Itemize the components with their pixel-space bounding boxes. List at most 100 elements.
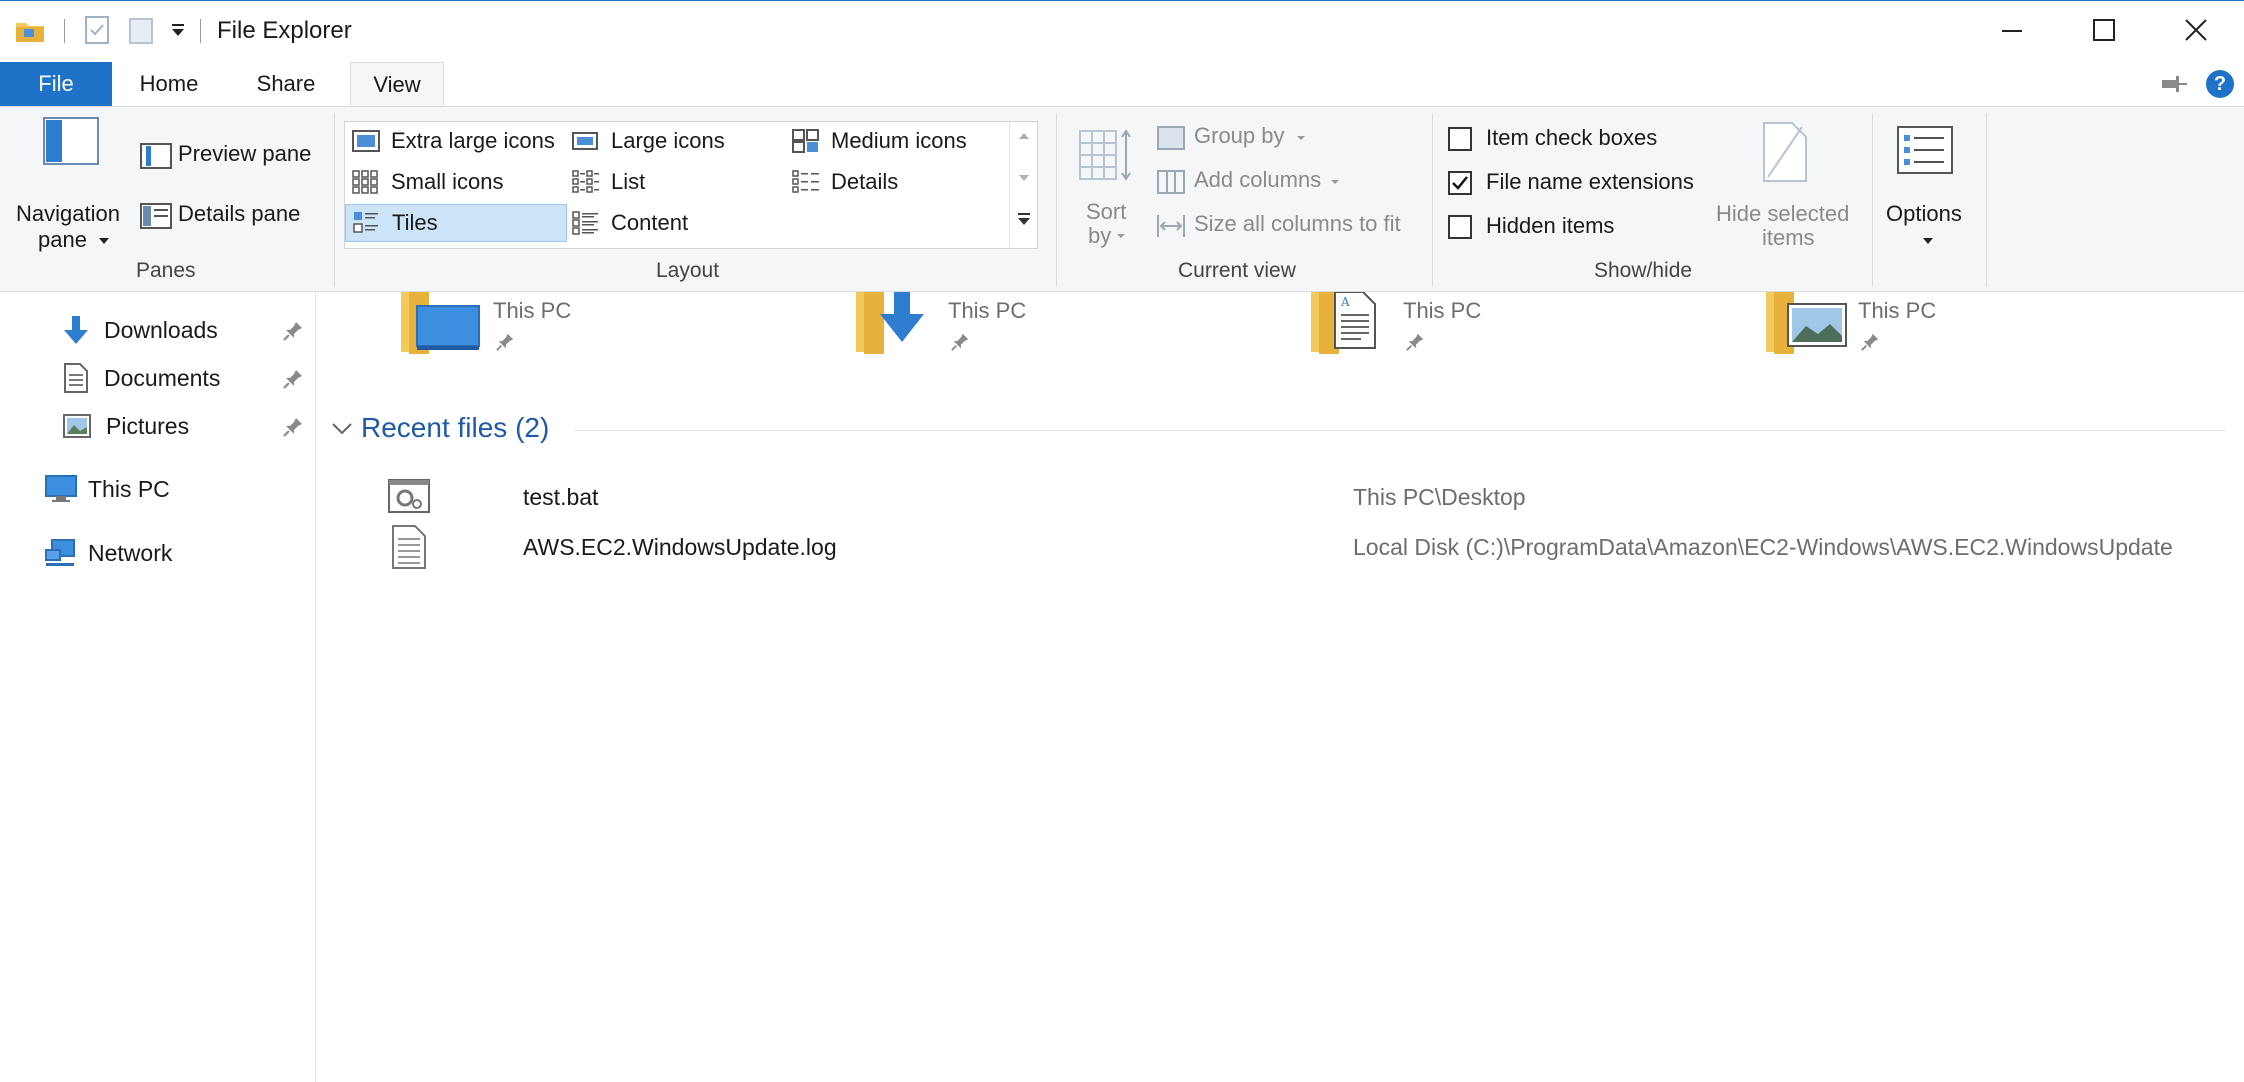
minimize-button[interactable] xyxy=(1966,1,2058,59)
details-pane-label: Details pane xyxy=(178,201,301,226)
scroll-up-icon[interactable] xyxy=(1018,132,1030,140)
layout-extra-large-icons[interactable]: Extra large icons xyxy=(345,122,565,160)
close-button[interactable] xyxy=(2150,1,2242,59)
sort-by-button[interactable]: Sort by xyxy=(1072,123,1138,253)
size-all-columns-label: Size all columns to fit xyxy=(1194,211,1401,236)
medium-icons-icon xyxy=(792,129,819,153)
item-check-boxes-toggle[interactable]: Item check boxes xyxy=(1446,123,1706,155)
pin-icon xyxy=(1861,333,1879,351)
chevron-down-icon xyxy=(1923,238,1933,244)
preview-pane-button[interactable]: Preview pane xyxy=(138,137,318,173)
pin-icon[interactable] xyxy=(282,368,304,390)
quick-access-tile[interactable]: A This PC xyxy=(1311,292,1611,362)
file-name-extensions-toggle[interactable]: File name extensions xyxy=(1446,167,1706,199)
maximize-icon xyxy=(2093,19,2115,41)
pin-icon xyxy=(951,333,969,351)
show-hide-group-label: Show/hide xyxy=(1594,259,1693,282)
nav-item-documents[interactable]: Documents xyxy=(62,358,220,398)
title-bar: File Explorer xyxy=(0,0,2244,62)
nav-item-pictures[interactable]: Pictures xyxy=(62,406,189,446)
file-location: Local Disk (C:)\ProgramData\Amazon\EC2-W… xyxy=(1353,534,2173,560)
qat-separator xyxy=(200,19,201,43)
nav-item-label: This PC xyxy=(88,475,170,502)
sort-by-label-2: by xyxy=(1088,223,1112,248)
pin-icon xyxy=(496,333,514,351)
quick-access-tile[interactable]: This PC xyxy=(856,292,1156,362)
nav-item-network[interactable]: Network xyxy=(44,533,172,573)
layout-details[interactable]: Details xyxy=(785,163,1005,201)
nav-item-label: Network xyxy=(88,539,173,566)
details-icon xyxy=(792,170,819,193)
vertical-scrollbar[interactable] xyxy=(2232,292,2244,1082)
gallery-expand-icon[interactable] xyxy=(1017,212,1031,226)
add-columns-button[interactable]: Add columns xyxy=(1154,165,1354,199)
properties-icon[interactable] xyxy=(84,15,110,50)
nav-item-downloads[interactable]: Downloads xyxy=(60,310,218,350)
tiles-icon xyxy=(353,212,378,233)
chevron-down-icon xyxy=(1297,136,1305,140)
file-name: AWS.EC2.WindowsUpdate.log xyxy=(523,534,837,560)
navigation-pane: Downloads Documents Pictures This PC Net… xyxy=(0,292,316,1082)
pin-ribbon-icon[interactable] xyxy=(2160,72,2188,101)
file-name-extensions-label: File name extensions xyxy=(1486,169,1694,194)
tab-file[interactable]: File xyxy=(0,62,112,106)
navigation-pane-icon xyxy=(43,117,99,165)
file-name-extensions-checkbox[interactable] xyxy=(1448,171,1472,195)
sort-by-icon xyxy=(1079,129,1131,181)
list-item[interactable]: test.bat This PC\Desktop xyxy=(387,474,2244,522)
scroll-down-icon[interactable] xyxy=(1018,174,1030,182)
recent-files-header[interactable]: Recent files (2) xyxy=(361,412,549,444)
options-icon xyxy=(1897,126,1953,174)
documents-icon xyxy=(64,363,88,393)
pin-icon[interactable] xyxy=(282,320,304,342)
chevron-down-icon xyxy=(1331,180,1339,184)
layout-large-icons-label: Large icons xyxy=(611,128,725,153)
tab-view[interactable]: View xyxy=(350,62,444,106)
layout-content[interactable]: Content xyxy=(565,204,785,242)
small-icons-icon xyxy=(352,170,378,194)
layout-list[interactable]: List xyxy=(565,163,785,201)
collapse-chevron-icon[interactable] xyxy=(331,422,353,436)
hide-selected-items-button[interactable]: Hide selected items xyxy=(1712,121,1858,253)
preview-pane-label: Preview pane xyxy=(178,141,312,166)
help-icon[interactable]: ? xyxy=(2206,70,2234,98)
group-by-icon xyxy=(1157,126,1185,150)
tab-home[interactable]: Home xyxy=(124,62,214,106)
nav-item-label: Pictures xyxy=(106,412,190,439)
options-label: Options xyxy=(1886,201,1962,226)
group-by-button[interactable]: Group by xyxy=(1154,121,1324,155)
nav-item-this-pc[interactable]: This PC xyxy=(44,469,170,509)
navigation-pane-label-2: pane xyxy=(38,227,87,252)
list-item[interactable]: AWS.EC2.WindowsUpdate.log Local Disk (C:… xyxy=(387,524,2244,572)
size-all-columns-button[interactable]: Size all columns to fit xyxy=(1154,209,1424,243)
sort-by-label: Sort xyxy=(1086,199,1127,224)
item-check-boxes-checkbox[interactable] xyxy=(1448,127,1472,151)
customize-dropdown-icon[interactable] xyxy=(170,23,186,42)
checkmark-icon xyxy=(1452,176,1468,190)
group-separator xyxy=(334,113,335,287)
large-icons-icon xyxy=(572,132,598,150)
pin-icon[interactable] xyxy=(282,416,304,438)
new-folder-icon[interactable] xyxy=(128,15,156,50)
folder-icon[interactable] xyxy=(14,15,46,50)
panes-group-label: Panes xyxy=(136,259,196,282)
desktop-folder-icon xyxy=(401,292,480,354)
layout-tiles[interactable]: Tiles xyxy=(345,204,567,242)
window-title: File Explorer xyxy=(217,17,352,44)
options-button[interactable]: Options xyxy=(1882,121,1972,253)
layout-small-icons[interactable]: Small icons xyxy=(345,163,565,201)
file-location: This PC\Desktop xyxy=(1353,484,1526,510)
details-pane-button[interactable]: Details pane xyxy=(138,197,318,233)
layout-large-icons[interactable]: Large icons xyxy=(565,122,785,160)
maximize-button[interactable] xyxy=(2058,1,2150,59)
tab-share[interactable]: Share xyxy=(240,62,332,106)
group-separator xyxy=(1872,113,1873,287)
hidden-items-toggle[interactable]: Hidden items xyxy=(1446,211,1706,243)
minimize-icon xyxy=(2002,30,2022,32)
navigation-pane-button[interactable]: Navigation pane xyxy=(14,113,126,253)
layout-medium-icons[interactable]: Medium icons xyxy=(785,122,1005,160)
details-pane-icon xyxy=(140,203,172,229)
quick-access-tile[interactable]: This PC xyxy=(401,292,701,362)
hidden-items-checkbox[interactable] xyxy=(1448,215,1472,239)
quick-access-tile[interactable]: This PC xyxy=(1766,292,2066,362)
